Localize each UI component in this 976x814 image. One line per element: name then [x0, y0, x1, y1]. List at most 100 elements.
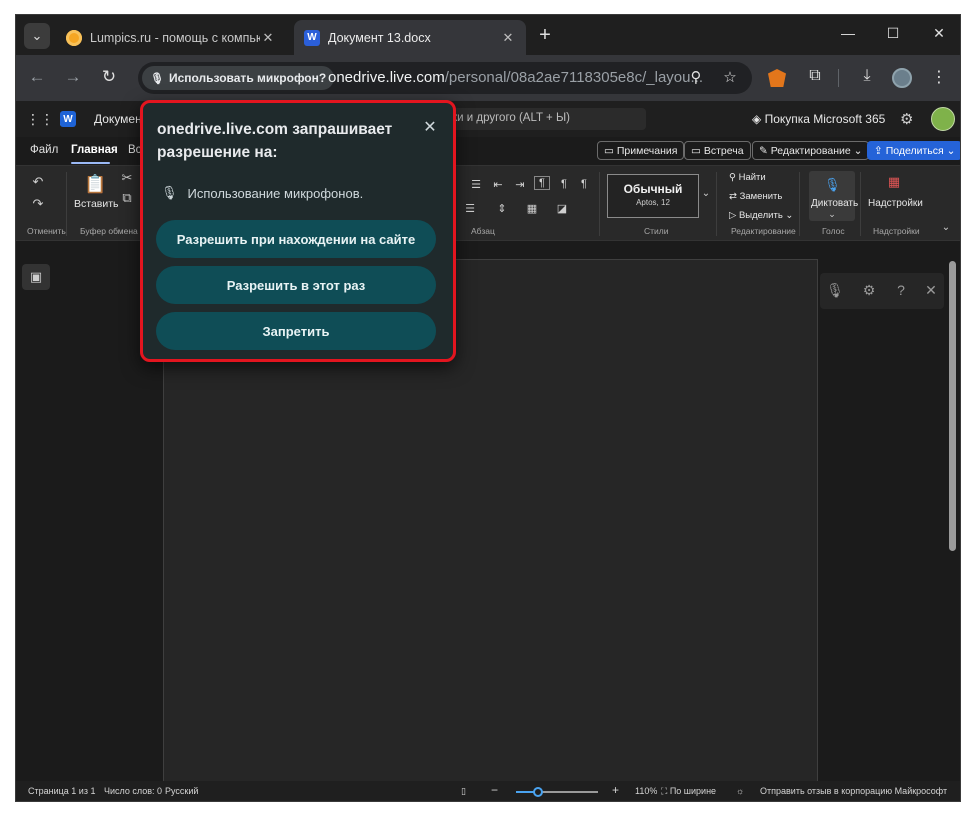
dictate-label: Диктовать — [811, 198, 859, 209]
fit-width-button[interactable]: ⛶ По ширине — [661, 786, 716, 797]
feedback-link[interactable]: Отправить отзыв в корпорацию Майкрософт — [760, 786, 947, 796]
document-title[interactable]: Докумен — [94, 112, 142, 126]
tab-close-icon[interactable]: ✕ — [500, 30, 516, 46]
mic-chip-label: Использовать микрофон? — [168, 71, 327, 85]
zoom-icon[interactable]: ⚲ — [686, 68, 706, 86]
reload-button[interactable]: ↻ — [98, 67, 120, 87]
minimize-button[interactable]: — — [838, 25, 858, 41]
allow-on-site-button[interactable]: Разрешить при нахождении на сайте — [156, 220, 436, 258]
back-button[interactable]: ← — [26, 67, 48, 87]
redo-icon[interactable]: ↷ — [30, 196, 46, 212]
close-icon[interactable]: ✕ — [922, 282, 940, 299]
tab-file[interactable]: Файл — [30, 144, 58, 156]
mic-permission-chip[interactable]: 🎙 Использовать микрофон? — [142, 66, 335, 90]
rtl-icon[interactable]: ¶ — [556, 178, 572, 190]
addins-icon[interactable]: ▦ — [886, 174, 902, 190]
comments-label: Примечания — [616, 144, 678, 157]
tab-close-icon[interactable]: ✕ — [260, 30, 276, 46]
deny-button[interactable]: Запретить — [156, 312, 436, 350]
ltr-icon[interactable]: ¶ — [576, 178, 592, 190]
indent-icon[interactable]: ⇥ — [512, 178, 528, 191]
diamond-icon: ◈ — [752, 112, 765, 126]
tab-lumpics[interactable]: Lumpics.ru - помощь с компью ✕ — [56, 20, 286, 55]
gear-icon[interactable]: ⚙ — [900, 110, 913, 128]
cursor-icon: ▷ — [729, 210, 739, 221]
outdent-icon[interactable]: ⇤ — [490, 178, 506, 191]
find-button[interactable]: ⚲ Найти — [729, 172, 766, 183]
bullets-icon[interactable]: ☰ — [468, 178, 484, 191]
select-label: Выделить — [738, 210, 783, 221]
new-tab-button[interactable]: + — [534, 25, 556, 45]
vertical-scrollbar[interactable] — [949, 261, 956, 551]
style-gallery-normal[interactable]: Обычный Aptos, 12 — [607, 174, 699, 218]
browser-menu-icon[interactable]: ⋮ — [928, 67, 950, 87]
ribbon-collapse-chevron-icon[interactable]: ⌄ — [938, 222, 954, 233]
maximize-button[interactable]: ☐ — [883, 25, 903, 42]
tab-home[interactable]: Главная — [71, 144, 118, 156]
replace-button[interactable]: ⇄ Заменить — [729, 191, 782, 202]
zoom-out-button[interactable]: − — [491, 783, 498, 797]
brightness-icon[interactable]: ☼ — [736, 786, 744, 796]
url-path: /personal/08a2ae7118305e8c/_layou... — [444, 69, 703, 86]
language[interactable]: Русский — [165, 786, 198, 796]
share-label: Поделиться — [885, 144, 944, 157]
navigation-pane-icon[interactable]: ▣ — [22, 264, 50, 290]
paste-icon[interactable]: 📋 — [84, 174, 106, 195]
buy365-label: Покупка Microsoft 365 — [764, 112, 886, 126]
zoom-slider[interactable] — [516, 787, 598, 797]
zoom-slider-thumb[interactable] — [533, 787, 544, 797]
gear-icon[interactable]: ⚙ — [860, 282, 878, 299]
undo-icon[interactable]: ↶ — [30, 174, 46, 190]
border-icon[interactable]: ▦ — [524, 202, 540, 215]
lumpics-favicon-icon — [66, 29, 82, 46]
profile-avatar[interactable] — [892, 68, 912, 88]
allow-once-button[interactable]: Разрешить в этот раз — [156, 266, 436, 304]
dictate-button[interactable]: 🎙 Диктовать ⌄ — [809, 171, 859, 221]
microphone-icon: 🎙 — [161, 185, 178, 200]
copy-icon[interactable]: ⧉ — [119, 190, 135, 206]
dictation-toolbar: 🎙 ⚙ ? ✕ — [820, 273, 944, 309]
permission-row: 🎙 Использование микрофонов. — [161, 185, 363, 201]
addins-button[interactable]: Надстройки — [868, 198, 923, 209]
paste-button[interactable]: Вставить — [74, 198, 119, 210]
tab-search-button[interactable]: ⌄ — [24, 23, 50, 49]
comments-button[interactable]: ▭ Примечания — [597, 141, 685, 160]
status-bar: Страница 1 из 1 Число слов: 0 Русский ▯ … — [16, 781, 960, 801]
close-window-button[interactable]: ✕ — [929, 25, 949, 42]
meeting-button[interactable]: ▭ Встреча — [684, 141, 751, 160]
share-icon: ⇪ — [874, 144, 886, 157]
ribbon-divider — [599, 172, 600, 236]
zoom-level[interactable]: 110% — [635, 786, 657, 796]
metamask-extension-icon[interactable] — [768, 69, 786, 87]
select-button[interactable]: ▷ Выделить ⌄ — [729, 210, 793, 221]
tab-document[interactable]: W Документ 13.docx ✕ — [294, 20, 526, 55]
buy-microsoft365-link[interactable]: ◈ Покупка Microsoft 365 — [752, 112, 885, 126]
toolbar-divider — [838, 69, 839, 87]
line-spacing-icon[interactable]: ⇕ — [494, 202, 510, 215]
download-icon[interactable]: ⤓ — [856, 67, 878, 85]
search-input[interactable]: вки и другого (ALT + Ы) — [436, 108, 646, 130]
cut-icon[interactable]: ✂ — [119, 170, 135, 186]
show-marks-icon[interactable]: ¶ — [534, 176, 550, 190]
bookmark-star-icon[interactable]: ☆ — [720, 68, 740, 86]
tab-title: Lumpics.ru - помощь с компью — [90, 30, 260, 45]
address-bar[interactable]: 🎙 Использовать микрофон? onedrive.live.c… — [138, 62, 752, 94]
ribbon-divider — [716, 172, 717, 236]
extensions-icon[interactable]: ⧉ — [804, 67, 826, 85]
group-label-addins: Надстройки — [873, 226, 920, 236]
help-icon[interactable]: ? — [892, 282, 910, 298]
close-icon[interactable]: ✕ — [421, 117, 439, 137]
chevron-down-icon: ⌄ — [782, 210, 794, 221]
styles-dropdown-icon[interactable]: ⌄ — [698, 188, 714, 199]
forward-button[interactable]: → — [62, 67, 84, 87]
page-view-icon[interactable]: ▯ — [461, 786, 466, 797]
url-text[interactable]: onedrive.live.com/personal/08a2ae7118305… — [328, 69, 703, 86]
chevron-down-icon: ⌄ — [828, 209, 836, 219]
align-icon[interactable]: ☰ — [462, 202, 478, 215]
shading-icon[interactable]: ◪ — [554, 202, 570, 215]
share-button[interactable]: ⇪ Поделиться ⌄ — [867, 141, 960, 160]
user-avatar[interactable] — [931, 107, 955, 131]
zoom-in-button[interactable]: + — [612, 783, 619, 797]
editing-mode-button[interactable]: ✎ Редактирование ⌄ — [752, 141, 870, 160]
microphone-icon[interactable]: 🎙 — [826, 282, 844, 299]
